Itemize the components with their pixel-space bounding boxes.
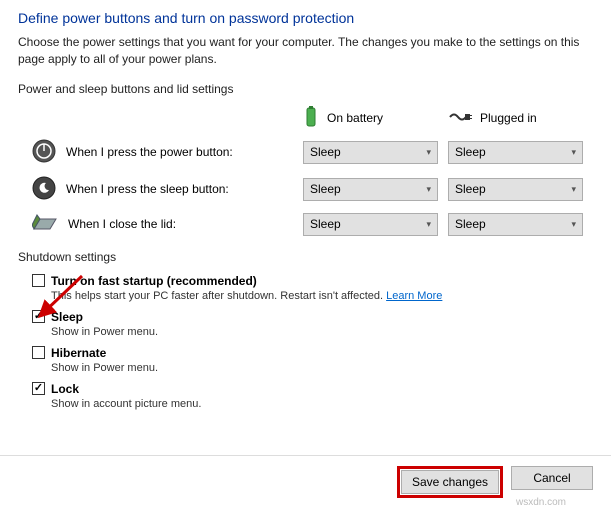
- sleep-battery-dropdown[interactable]: Sleep ▾: [303, 178, 438, 201]
- save-changes-button[interactable]: Save changes: [401, 470, 499, 494]
- cancel-button[interactable]: Cancel: [511, 466, 593, 490]
- col-header-battery-label: On battery: [327, 111, 383, 125]
- power-button-icon: [32, 139, 56, 166]
- lock-title: Lock: [51, 382, 79, 396]
- setting-lock: Lock Show in account picture menu.: [32, 382, 593, 410]
- row-power-button: When I press the power button: Sleep ▾ S…: [18, 139, 593, 166]
- lid-icon: [32, 213, 58, 236]
- chevron-down-icon: ▾: [571, 184, 576, 195]
- plug-icon: [448, 110, 472, 127]
- lid-plugged-dropdown[interactable]: Sleep ▾: [448, 213, 583, 236]
- lock-desc: Show in account picture menu.: [51, 398, 593, 410]
- buttons-section-label: Power and sleep buttons and lid settings: [18, 82, 593, 96]
- sleep-desc: Show in Power menu.: [51, 326, 593, 338]
- battery-icon: [303, 106, 319, 131]
- chevron-down-icon: ▾: [426, 184, 431, 195]
- column-headers: On battery Plugged in: [18, 106, 593, 131]
- row-sleep-label: When I press the sleep button:: [66, 182, 229, 196]
- col-header-plugged: Plugged in: [448, 106, 593, 131]
- hibernate-title: Hibernate: [51, 346, 106, 360]
- fast-startup-desc: This helps start your PC faster after sh…: [51, 290, 593, 302]
- col-header-plugged-label: Plugged in: [480, 111, 537, 125]
- sleep-plugged-dropdown[interactable]: Sleep ▾: [448, 178, 583, 201]
- row-lid: When I close the lid: Sleep ▾ Sleep ▾: [18, 213, 593, 236]
- hibernate-checkbox[interactable]: [32, 346, 45, 359]
- lock-checkbox[interactable]: [32, 382, 45, 395]
- fast-startup-title: Turn on fast startup (recommended): [51, 274, 257, 288]
- hibernate-desc: Show in Power menu.: [51, 362, 593, 374]
- footer-button-bar: Save changes Cancel: [0, 455, 611, 498]
- page-subtitle: Choose the power settings that you want …: [18, 34, 593, 68]
- page-title: Define power buttons and turn on passwor…: [18, 10, 593, 26]
- fast-startup-checkbox[interactable]: [32, 274, 45, 287]
- chevron-down-icon: ▾: [571, 147, 576, 158]
- row-sleep-button: When I press the sleep button: Sleep ▾ S…: [18, 176, 593, 203]
- save-highlight: Save changes: [397, 466, 503, 498]
- sleep-button-icon: [32, 176, 56, 203]
- lid-battery-dropdown[interactable]: Sleep ▾: [303, 213, 438, 236]
- chevron-down-icon: ▾: [426, 219, 431, 230]
- sleep-checkbox[interactable]: [32, 310, 45, 323]
- sleep-title: Sleep: [51, 310, 83, 324]
- power-plugged-dropdown[interactable]: Sleep ▾: [448, 141, 583, 164]
- setting-sleep: Sleep Show in Power menu.: [32, 310, 593, 338]
- col-header-battery: On battery: [303, 106, 448, 131]
- setting-hibernate: Hibernate Show in Power menu.: [32, 346, 593, 374]
- chevron-down-icon: ▾: [426, 147, 431, 158]
- chevron-down-icon: ▾: [571, 219, 576, 230]
- row-lid-label: When I close the lid:: [68, 217, 176, 231]
- power-battery-dropdown[interactable]: Sleep ▾: [303, 141, 438, 164]
- watermark: wsxdn.com: [516, 497, 566, 508]
- setting-fast-startup: Turn on fast startup (recommended) This …: [32, 274, 593, 302]
- row-power-label: When I press the power button:: [66, 145, 233, 159]
- shutdown-section-label: Shutdown settings: [18, 250, 593, 264]
- learn-more-link[interactable]: Learn More: [386, 290, 442, 302]
